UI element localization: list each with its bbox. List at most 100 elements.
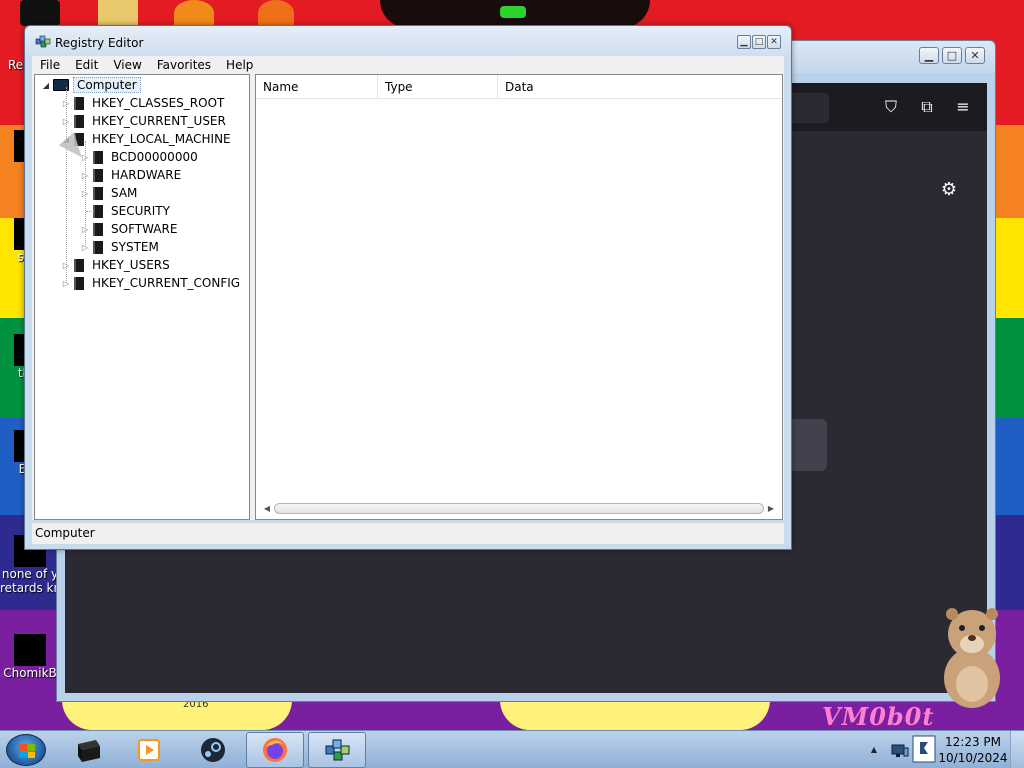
scroll-right-icon[interactable]: ▶ [764,504,778,513]
scrollbar-thumb[interactable] [274,503,764,514]
folder-icon [93,222,103,236]
desktop-icon-top[interactable] [20,0,60,26]
tree-line [66,87,67,283]
taskbar-app-media-player[interactable] [120,732,178,768]
tree-node-label: Computer [73,77,141,93]
expand-arrow-icon[interactable]: ◢ [41,81,51,90]
regedit-body: ◢ Computer ▷ HKEY_CLASSES_ROOT ▷ HKEY_CU… [32,74,784,520]
wallpaper-logo-text: VM0b0t [822,702,935,731]
list-column-headers: Name Type Data [256,75,782,99]
taskbar-app-terminal[interactable] [60,732,118,768]
start-button[interactable] [6,734,46,766]
clock-date: 10/10/2024 [938,751,1008,765]
close-button[interactable]: ✕ [767,35,781,49]
window-title: Registry Editor [55,36,144,50]
gear-icon[interactable]: ⚙ [941,179,957,200]
taskbar: ▲ 12:23 PM 10/10/2024 [0,730,1024,768]
tree-node-label: HKEY_LOCAL_MACHINE [92,132,231,146]
menu-help[interactable]: Help [218,58,260,72]
tree-node-system[interactable]: ▷ SYSTEM [80,238,159,256]
tree-node-hkey-users[interactable]: ▷ HKEY_USERS [61,256,170,274]
extensions-icon[interactable]: ⧉ [917,97,937,117]
show-desktop-button[interactable] [1010,731,1024,768]
folder-icon [74,258,84,272]
desktop-icon-top[interactable] [98,0,138,26]
status-bar: Computer [32,522,784,544]
regedit-caption-buttons: ▁ □ ✕ [737,35,781,49]
wallpaper-decoration [62,700,292,730]
firefox-icon [263,738,287,762]
media-player-icon [138,739,160,761]
menu-file[interactable]: File [32,58,67,72]
tree-line [86,211,94,212]
tree-node-label: SECURITY [111,204,170,218]
desktop-icon-top[interactable] [174,0,214,26]
folder-icon [74,96,84,110]
desktop-icon-top[interactable] [258,0,294,26]
tree-node-label: HKEY_USERS [92,258,170,272]
tree-node-software[interactable]: ▷ SOFTWARE [80,220,178,238]
maximize-button[interactable]: □ [752,35,766,49]
tree-node-sam[interactable]: ▷ SAM [80,184,137,202]
menu-icon[interactable]: ≡ [953,97,973,117]
app-icon [14,634,46,666]
folder-icon [93,186,103,200]
tree-node-computer[interactable]: ◢ Computer [41,76,141,94]
pocket-icon[interactable]: ⛉ [881,97,901,117]
tree-node-label: HKEY_CLASSES_ROOT [92,96,225,110]
taskbar-app-firefox[interactable] [246,732,304,768]
menu-edit[interactable]: Edit [67,58,105,72]
column-header-data[interactable]: Data [498,75,782,99]
tree-node-bcd[interactable]: ▷ BCD00000000 [80,148,198,166]
folder-icon [74,114,84,128]
folder-icon [93,240,103,254]
tree-node-label: HKEY_CURRENT_CONFIG [92,276,241,290]
folder-icon [93,204,103,218]
column-header-name[interactable]: Name [256,75,378,99]
desktop-icon[interactable]: ChomikB [0,634,60,680]
network-icon[interactable] [890,741,910,759]
taskbar-app-regedit[interactable] [308,732,366,768]
tree-node-label: SYSTEM [111,240,159,254]
menu-view[interactable]: View [105,58,148,72]
minimize-button[interactable]: ▁ [919,47,939,64]
browser-caption-buttons: ▁ □ ✕ [919,47,985,64]
tree-node-hkey-classes-root[interactable]: ▷ HKEY_CLASSES_ROOT [61,94,224,112]
wallpaper-decoration [500,6,526,18]
gopher-mascot-icon [944,608,1000,708]
regedit-icon [325,739,350,761]
clock-time: 12:23 PM [945,735,1001,749]
taskbar-app-steam[interactable] [184,732,242,768]
wallpaper-decoration [500,700,770,730]
column-header-type[interactable]: Type [378,75,498,99]
menu-bar: File Edit View Favorites Help [32,56,784,74]
folder-icon [93,150,103,164]
tree-node-hkey-current-config[interactable]: ▷ HKEY_CURRENT_CONFIG [61,274,240,292]
tree-node-label: SAM [111,186,138,200]
action-center-icon[interactable] [912,735,936,763]
folder-icon [74,276,84,290]
registry-values-list[interactable]: Name Type Data ◀ ▶ [255,74,783,520]
tree-node-hkey-current-user[interactable]: ▷ HKEY_CURRENT_USER [61,112,226,130]
minimize-button[interactable]: ▁ [737,35,751,49]
close-button[interactable]: ✕ [965,47,985,64]
registry-editor-window[interactable]: Registry Editor ▁ □ ✕ File Edit View Fav… [24,25,792,550]
horizontal-scrollbar[interactable]: ◀ ▶ [260,500,778,517]
system-clock[interactable]: 12:23 PM 10/10/2024 [938,734,1008,766]
desktop-icon-label: none of y retards kn [0,567,62,595]
tree-node-hkey-local-machine[interactable]: ◢ HKEY_LOCAL_MACHINE [61,130,231,148]
tree-node-hardware[interactable]: ▷ HARDWARE [80,166,181,184]
terminal-app-icon [78,740,100,762]
tree-node-label: HARDWARE [111,168,182,182]
regedit-titlebar[interactable]: Registry Editor ▁ □ ✕ [25,26,791,56]
tree-node-label: SOFTWARE [111,222,178,236]
menu-favorites[interactable]: Favorites [149,58,218,72]
show-hidden-icons-button[interactable]: ▲ [864,731,884,768]
desktop-icon-label: ChomikB [3,666,57,680]
tree-node-label: BCD00000000 [111,150,198,164]
tree-node-label: HKEY_CURRENT_USER [92,114,226,128]
tree-line [85,141,86,247]
maximize-button[interactable]: □ [942,47,962,64]
regedit-icon [35,35,51,48]
scroll-left-icon[interactable]: ◀ [260,504,274,513]
